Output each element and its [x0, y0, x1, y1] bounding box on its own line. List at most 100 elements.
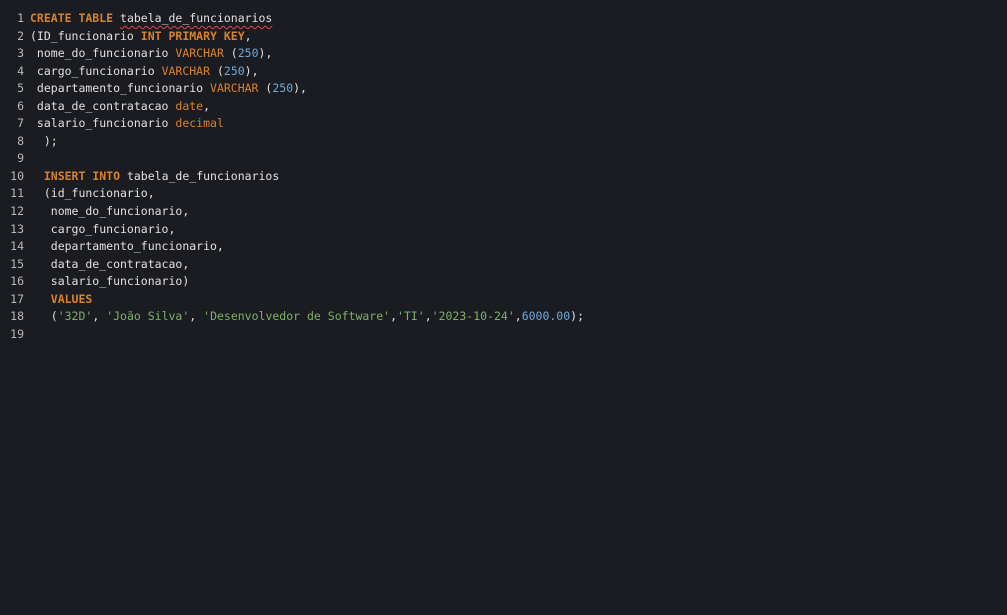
code-token: (	[210, 63, 224, 78]
code-token: 'João Silva'	[106, 309, 190, 324]
code-token: salario_funcionario	[30, 116, 176, 131]
line-number: 14	[10, 239, 24, 254]
code-line[interactable]: 9	[0, 150, 1007, 168]
code-token: '32D'	[57, 309, 93, 324]
code-text: salario_funcionario decimal	[30, 115, 224, 133]
line-number: 13	[10, 221, 24, 236]
code-token: cargo_funcionario,	[30, 221, 176, 236]
code-token: ,	[244, 28, 252, 43]
line-number: 5	[17, 81, 24, 96]
code-token: data_de_contratacao	[30, 98, 176, 113]
code-token: departamento_funcionario,	[30, 239, 224, 254]
code-token: ,	[203, 98, 211, 113]
code-token: );	[30, 133, 58, 148]
code-token: (ID_funcionario	[30, 28, 141, 43]
code-token: salario_funcionario)	[30, 274, 190, 289]
code-line[interactable]: 6 data_de_contratacao date,	[0, 98, 1007, 116]
line-number: 12	[10, 204, 24, 219]
code-token: nome_do_funcionario,	[30, 204, 190, 219]
code-token: 'TI'	[397, 309, 425, 324]
code-text: CREATE TABLE tabela_de_funcionarios	[30, 10, 272, 28]
code-token: 250	[272, 81, 294, 96]
code-text: cargo_funcionario,	[30, 221, 176, 239]
line-number: 11	[10, 186, 24, 201]
line-number: 9	[17, 151, 24, 166]
code-line[interactable]: 1 CREATE TABLE tabela_de_funcionarios	[0, 10, 1007, 28]
code-token: VARCHAR	[210, 81, 259, 96]
code-token: ),	[244, 63, 259, 78]
code-text: nome_do_funcionario,	[30, 203, 189, 221]
line-number: 16	[10, 274, 24, 289]
line-number: 18	[10, 309, 24, 324]
line-number: 17	[10, 291, 24, 306]
code-line[interactable]: 12 nome_do_funcionario,	[0, 203, 1007, 221]
code-token: tabela_de_funcionarios	[120, 168, 280, 183]
code-token: '2023-10-24'	[431, 309, 515, 324]
code-token: VARCHAR	[161, 63, 211, 78]
code-line[interactable]: 11 (id_funcionario,	[0, 185, 1007, 203]
code-line[interactable]: 13 cargo_funcionario,	[0, 221, 1007, 239]
code-token: ,	[424, 309, 432, 324]
line-number: 3	[17, 46, 24, 61]
code-text: );	[30, 133, 58, 151]
code-token: CREATE TABLE	[30, 11, 114, 25]
line-number: 4	[17, 63, 24, 78]
line-number: 2	[17, 28, 24, 43]
code-token: decimal	[175, 116, 224, 131]
code-line[interactable]: 4 cargo_funcionario VARCHAR (250),	[0, 63, 1007, 81]
line-number: 7	[17, 116, 24, 131]
code-token: ,	[189, 309, 204, 324]
code-line[interactable]: 10 INSERT INTO tabela_de_funcionarios	[0, 168, 1007, 186]
code-token: (	[30, 309, 58, 324]
line-number: 8	[17, 133, 24, 148]
code-line[interactable]: 17 VALUES	[0, 291, 1007, 309]
code-text: salario_funcionario)	[30, 273, 189, 291]
code-token: (	[258, 81, 273, 96]
code-text: data_de_contratacao,	[30, 256, 189, 274]
code-token: 6000.00	[521, 309, 571, 324]
code-token: ,	[390, 309, 398, 324]
code-line[interactable]: 18 ('32D', 'João Silva', 'Desenvolvedor …	[0, 308, 1007, 326]
code-token: (id_funcionario,	[30, 186, 155, 201]
code-text: data_de_contratacao date,	[30, 98, 210, 116]
code-token: ,	[92, 309, 107, 324]
code-token: VALUES	[50, 291, 93, 306]
line-number: 10	[10, 168, 24, 183]
code-text: cargo_funcionario VARCHAR (250),	[30, 63, 259, 81]
code-line[interactable]: 15 data_de_contratacao,	[0, 256, 1007, 274]
code-text: (ID_funcionario INT PRIMARY KEY,	[30, 28, 252, 46]
code-token: 250	[237, 46, 259, 61]
code-token: ),	[258, 46, 273, 61]
code-text: nome_do_funcionario VARCHAR (250),	[30, 45, 272, 63]
code-line[interactable]: 2 (ID_funcionario INT PRIMARY KEY,	[0, 28, 1007, 46]
code-token: VARCHAR	[175, 46, 224, 61]
code-token: INT PRIMARY KEY	[140, 28, 245, 43]
code-token: INSERT INTO	[43, 168, 121, 183]
code-text: departamento_funcionario VARCHAR (250),	[30, 80, 307, 98]
line-number: 1	[17, 11, 24, 25]
line-number: 15	[10, 256, 24, 271]
code-line[interactable]: 3 nome_do_funcionario VARCHAR (250),	[0, 45, 1007, 63]
code-text: departamento_funcionario,	[30, 238, 224, 256]
code-line[interactable]: 19	[0, 326, 1007, 344]
code-token: date	[175, 98, 204, 113]
code-text: INSERT INTO tabela_de_funcionarios	[30, 168, 279, 186]
code-token: (	[223, 46, 238, 61]
code-editor[interactable]: 1 CREATE TABLE tabela_de_funcionarios 2 (ID…	[0, 0, 1007, 615]
code-token: 'Desenvolvedor de Software'	[203, 309, 391, 324]
code-line[interactable]: 16 salario_funcionario)	[0, 273, 1007, 291]
line-number: 19	[10, 326, 24, 341]
code-line[interactable]: 5 departamento_funcionario VARCHAR (250)…	[0, 80, 1007, 98]
code-text: VALUES	[30, 291, 93, 309]
code-token: tabela_de_funcionarios	[120, 11, 273, 25]
code-token: nome_do_funcionario	[30, 46, 176, 61]
code-text: (id_funcionario,	[30, 185, 155, 203]
code-line[interactable]: 8 );	[0, 133, 1007, 151]
code-token: data_de_contratacao,	[30, 256, 190, 271]
code-token: );	[570, 309, 585, 324]
code-line[interactable]: 7 salario_funcionario decimal	[0, 115, 1007, 133]
code-line[interactable]: 14 departamento_funcionario,	[0, 238, 1007, 256]
code-token: ,	[514, 309, 522, 324]
